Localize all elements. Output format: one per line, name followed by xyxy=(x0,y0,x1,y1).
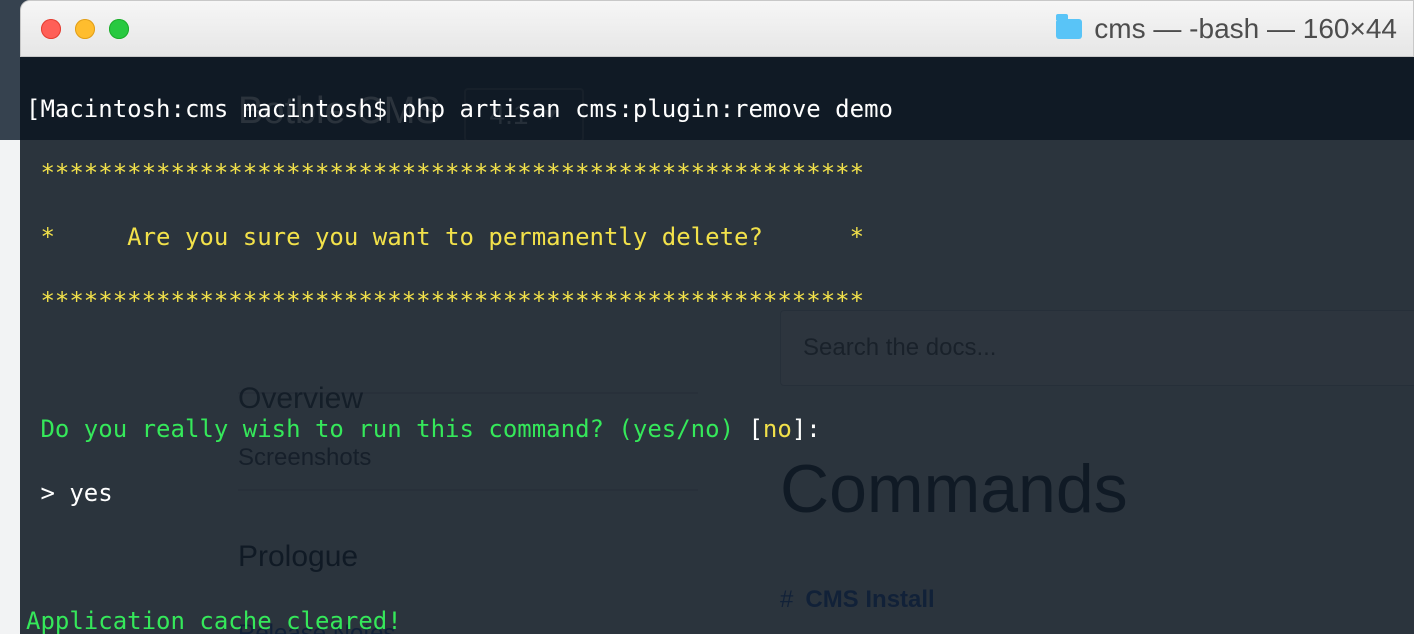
window-title-text: cms — -bash — 160×44 xyxy=(1094,13,1397,45)
prompt-bracket: [ xyxy=(26,95,40,123)
blank-line xyxy=(26,349,1408,381)
warning-message: * Are you sure you want to permanently d… xyxy=(26,221,1408,253)
answer-value: yes xyxy=(69,479,112,507)
warning-border-bottom: ****************************************… xyxy=(26,285,1408,317)
window-title: cms — -bash — 160×44 xyxy=(1056,13,1397,45)
zoom-window-button[interactable] xyxy=(109,19,129,39)
traffic-lights xyxy=(41,19,129,39)
output-line: Application cache cleared! xyxy=(26,605,1408,634)
terminal-prompt: Macintosh:cms macintosh$ xyxy=(40,95,401,123)
close-window-button[interactable] xyxy=(41,19,61,39)
folder-icon xyxy=(1056,19,1082,39)
bracket-open: [ xyxy=(734,415,763,443)
confirm-default: no xyxy=(763,415,792,443)
blank-line xyxy=(26,541,1408,573)
confirm-question: Do you really wish to run this command? … xyxy=(26,415,734,443)
window-titlebar[interactable]: cms — -bash — 160×44 xyxy=(20,0,1414,57)
warning-border-top: ****************************************… xyxy=(26,157,1408,189)
minimize-window-button[interactable] xyxy=(75,19,95,39)
terminal-command: php artisan cms:plugin:remove demo xyxy=(402,95,893,123)
terminal[interactable]: [Macintosh:cms macintosh$ php artisan cm… xyxy=(20,57,1414,634)
bracket-close: ]: xyxy=(792,415,821,443)
answer-prefix: > xyxy=(26,479,69,507)
